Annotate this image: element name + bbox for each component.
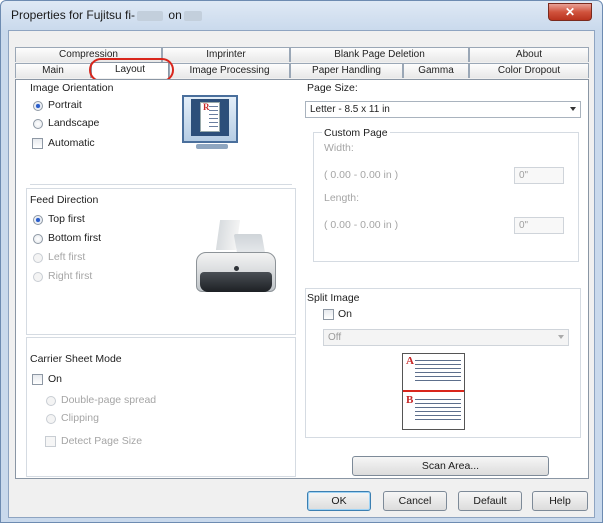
width-value: 0" <box>519 170 529 181</box>
default-button[interactable]: Default <box>458 491 522 511</box>
close-button[interactable]: ✕ <box>548 3 592 21</box>
split-lines-a <box>415 360 461 384</box>
right-first-label[interactable]: Right first <box>48 270 92 282</box>
right-first-radio[interactable] <box>33 272 43 282</box>
help-button[interactable]: Help <box>532 491 588 511</box>
automatic-label[interactable]: Automatic <box>48 137 95 149</box>
left-first-radio[interactable] <box>33 253 43 263</box>
length-range: ( 0.00 - 0.00 in ) <box>324 219 399 231</box>
page-size-title: Page Size: <box>307 82 358 94</box>
tab-label: Paper Handling <box>312 65 381 76</box>
scanner-image <box>190 220 282 302</box>
split-on-checkbox[interactable] <box>323 309 334 320</box>
tab-label: Blank Page Deletion <box>334 49 425 60</box>
orientation-divider <box>30 184 292 185</box>
title-bar: Properties for Fujitsu fi- on ✕ <box>1 1 602 29</box>
length-label: Length: <box>324 192 360 204</box>
landscape-radio[interactable] <box>33 119 43 129</box>
properties-window: Properties for Fujitsu fi- on ✕ Compress… <box>0 0 603 523</box>
landscape-label[interactable]: Landscape <box>48 117 99 129</box>
length-value: 0" <box>519 220 529 231</box>
width-range: ( 0.00 - 0.00 in ) <box>324 169 399 181</box>
carrier-on-label[interactable]: On <box>48 373 62 385</box>
split-divider <box>403 390 464 392</box>
page-size-select[interactable]: Letter - 8.5 x 11 in <box>305 101 581 118</box>
preview-lines <box>209 106 218 130</box>
title-prefix: Properties for Fujitsu fi- <box>11 8 136 22</box>
tab-label: Image Processing <box>189 65 270 76</box>
clipping-label[interactable]: Clipping <box>61 412 99 424</box>
layout-panel: Image Orientation Portrait Landscape Aut… <box>15 79 589 479</box>
tab-label: Color Dropout <box>497 65 561 76</box>
split-part-b: B <box>406 394 414 406</box>
title-mid: on <box>168 8 182 22</box>
help-label: Help <box>549 495 571 507</box>
preview-stand <box>196 144 228 149</box>
orientation-group <box>26 80 296 182</box>
page-size-value: Letter - 8.5 x 11 in <box>310 104 390 115</box>
scanner-button <box>234 266 239 271</box>
tab-blank-page-deletion[interactable]: Blank Page Deletion <box>290 47 469 62</box>
width-field[interactable]: 0" <box>514 167 564 184</box>
orientation-title: Image Orientation <box>30 82 114 94</box>
length-field[interactable]: 0" <box>514 217 564 234</box>
split-select-value: Off <box>328 332 342 343</box>
tab-about[interactable]: About <box>469 47 589 62</box>
ok-button[interactable]: OK <box>307 491 371 511</box>
scan-area-label: Scan Area... <box>421 460 480 472</box>
redacted-host <box>183 10 202 21</box>
cancel-label: Cancel <box>398 495 432 507</box>
split-select[interactable]: Off <box>323 329 569 346</box>
split-on-label[interactable]: On <box>338 308 352 320</box>
ok-label: OK <box>331 495 347 507</box>
left-first-label[interactable]: Left first <box>48 251 85 263</box>
default-label: Default <box>473 495 507 507</box>
custom-page-title: Custom Page <box>322 127 390 139</box>
carrier-title: Carrier Sheet Mode <box>30 353 122 365</box>
carrier-on-checkbox[interactable] <box>32 374 43 385</box>
width-label: Width: <box>324 142 354 154</box>
portrait-label[interactable]: Portrait <box>48 99 82 111</box>
dialog-client: Compression Imprinter Blank Page Deletio… <box>8 30 595 518</box>
tab-label: About <box>515 49 543 60</box>
tab-main[interactable]: Main <box>15 63 91 78</box>
tab-label: Main <box>42 65 64 76</box>
split-preview-page: A B <box>402 353 465 430</box>
top-first-label[interactable]: Top first <box>48 213 85 225</box>
scan-area-button[interactable]: Scan Area... <box>352 456 549 476</box>
split-part-a: A <box>406 355 414 367</box>
close-icon[interactable]: ✕ <box>565 5 575 19</box>
tab-label: Gamma <box>418 65 454 76</box>
cancel-button[interactable]: Cancel <box>383 491 447 511</box>
redacted-model <box>137 10 164 21</box>
chevron-down-icon[interactable] <box>558 335 564 339</box>
chevron-down-icon[interactable] <box>570 107 576 111</box>
window-title: Properties for Fujitsu fi- on <box>11 8 204 22</box>
tab-imprinter[interactable]: Imprinter <box>162 47 290 62</box>
scanner-front <box>200 272 272 292</box>
detect-page-size-checkbox[interactable] <box>45 436 56 447</box>
feed-title: Feed Direction <box>30 194 99 206</box>
bottom-first-label[interactable]: Bottom first <box>48 232 101 244</box>
top-first-radio[interactable] <box>33 215 43 225</box>
split-lines-b <box>415 399 461 423</box>
tab-image-processing[interactable]: Image Processing <box>169 63 290 78</box>
double-page-radio[interactable] <box>46 396 56 406</box>
clipping-radio[interactable] <box>46 414 56 424</box>
automatic-checkbox[interactable] <box>32 138 43 149</box>
tab-label: Imprinter <box>206 49 246 60</box>
tab-paper-handling[interactable]: Paper Handling <box>290 63 403 78</box>
double-page-label[interactable]: Double-page spread <box>61 394 156 406</box>
portrait-radio[interactable] <box>33 101 43 111</box>
tab-color-dropout[interactable]: Color Dropout <box>469 63 589 78</box>
bottom-first-radio[interactable] <box>33 234 43 244</box>
preview-page: R <box>200 102 220 132</box>
split-image-title: Split Image <box>307 292 362 304</box>
detect-page-size-label[interactable]: Detect Page Size <box>61 435 142 447</box>
tab-gamma[interactable]: Gamma <box>403 63 469 78</box>
